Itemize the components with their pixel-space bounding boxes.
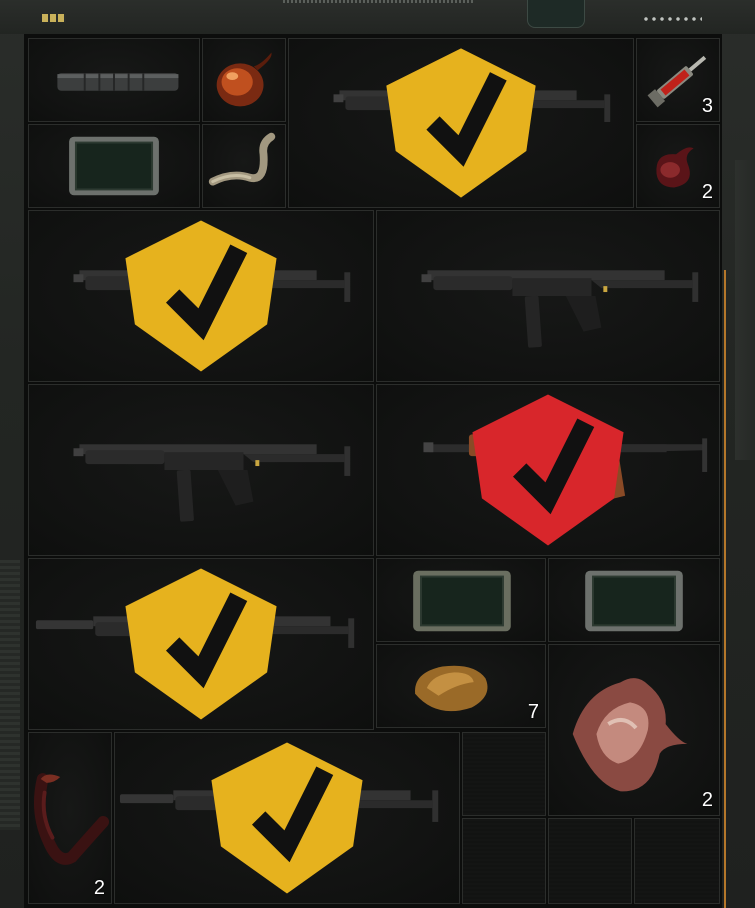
slot-tablet-1[interactable]: [28, 124, 200, 208]
pelt-icon: [572, 678, 688, 792]
inventory-grid: 3 2 7 2 2: [24, 34, 722, 908]
item-quantity: 3: [701, 95, 713, 117]
gold-badge-icon: [125, 220, 277, 372]
slot-smg-2[interactable]: [28, 210, 374, 382]
worm-icon: [208, 132, 276, 186]
page-dots-icon: [642, 16, 702, 22]
slot-stone[interactable]: 7: [376, 644, 546, 728]
item-quantity: 2: [701, 181, 713, 203]
slot-empty[interactable]: [634, 818, 720, 904]
left-panel-edge: [0, 560, 20, 830]
slot-tentacle[interactable]: 2: [28, 732, 112, 904]
item-quantity: 2: [701, 789, 713, 811]
smg-icon: [73, 444, 351, 522]
scroll-indicator[interactable]: [724, 270, 726, 908]
item-quantity: 2: [93, 877, 105, 899]
slot-tablet-3[interactable]: [548, 558, 720, 642]
right-panel-edge: [735, 160, 755, 460]
slot-syringe[interactable]: 3: [636, 38, 720, 122]
slot-worm[interactable]: [202, 124, 286, 208]
slot-smg-3[interactable]: [376, 210, 720, 382]
tablet-icon: [413, 570, 511, 632]
amber-organ-icon: [216, 52, 272, 107]
slot-amber-organ[interactable]: [202, 38, 286, 122]
gold-badge-icon: [211, 742, 363, 894]
slot-flesh-sac[interactable]: 2: [636, 124, 720, 208]
slot-pelt[interactable]: 2: [548, 644, 720, 816]
slot-tablet-2[interactable]: [376, 558, 546, 642]
top-tab[interactable]: [527, 0, 585, 28]
item-quantity: 7: [527, 701, 539, 723]
gold-badge-icon: [386, 48, 536, 198]
top-rule: [283, 0, 473, 3]
suppressor-icon: [57, 73, 179, 91]
tablet-icon: [69, 136, 159, 196]
gold-badge-icon: [125, 568, 277, 720]
slot-empty[interactable]: [462, 732, 546, 816]
slot-suppressor[interactable]: [28, 38, 200, 122]
smg-icon: [421, 270, 699, 348]
slot-smg-6[interactable]: [114, 732, 460, 904]
slot-smg-1[interactable]: [288, 38, 634, 208]
slot-smg-4[interactable]: [28, 384, 374, 556]
ammo-icon: [42, 14, 66, 22]
slot-empty[interactable]: [548, 818, 632, 904]
slot-smg-5[interactable]: [28, 558, 374, 730]
slot-ak-rifle[interactable]: [376, 384, 720, 556]
slot-empty[interactable]: [462, 818, 546, 904]
red-badge-icon: [472, 394, 624, 546]
tablet-icon: [585, 570, 683, 632]
stone-icon: [414, 665, 488, 712]
